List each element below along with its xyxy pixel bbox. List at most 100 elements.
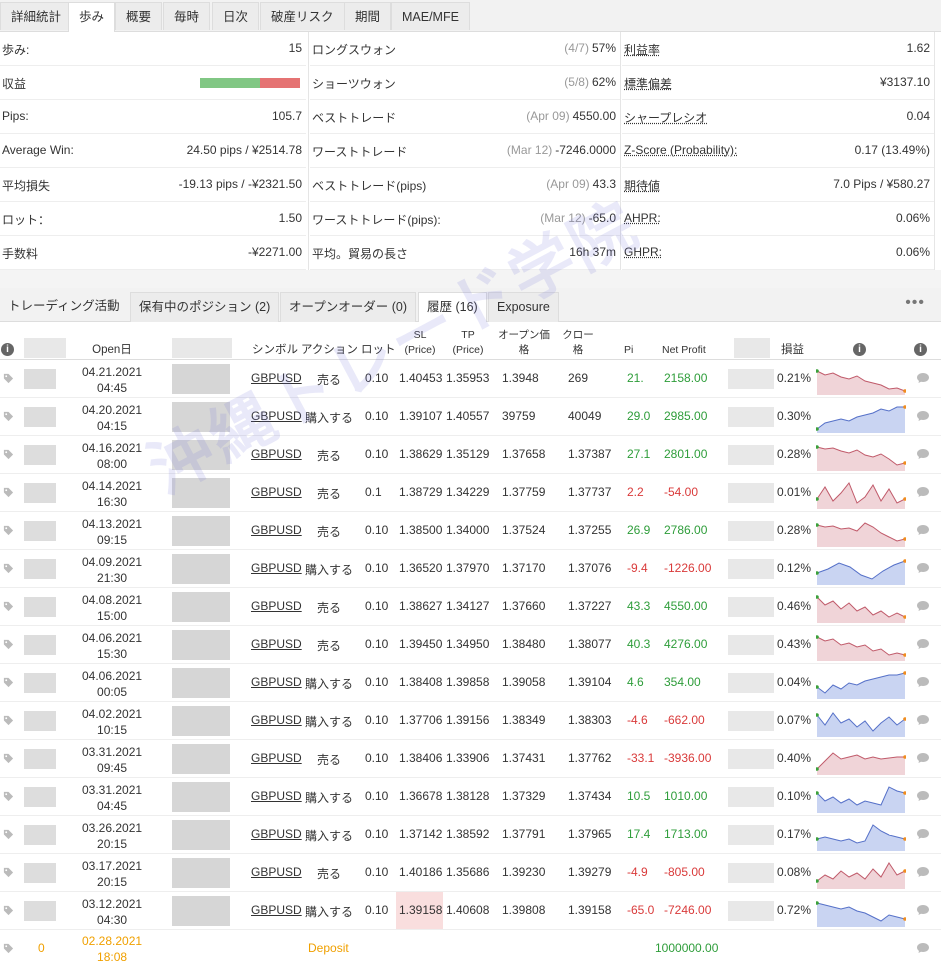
tag-icon[interactable] <box>3 525 14 536</box>
tag-icon[interactable] <box>3 563 14 574</box>
tag-icon[interactable] <box>3 373 14 384</box>
symbol-link[interactable]: GBPUSD <box>251 599 302 613</box>
symbol-link[interactable]: GBPUSD <box>251 637 302 651</box>
comment-icon[interactable] <box>916 828 930 840</box>
symbol-link[interactable]: GBPUSD <box>251 789 302 803</box>
table-row[interactable]: 03.31.2021 09:45 GBPUSD 売る 0.10 1.38406 1.3390… <box>0 740 941 778</box>
table-row[interactable]: 04.09.2021 21:30 GBPUSD 購入する 0.10 1.36520 1.37… <box>0 550 941 588</box>
info-icon[interactable]: i <box>914 342 927 357</box>
tab-0[interactable]: 詳細統計 <box>0 2 73 30</box>
stat-label[interactable]: 期待値 <box>624 177 660 194</box>
tab-6[interactable]: 期間 <box>344 2 392 30</box>
comment-icon[interactable] <box>916 714 930 726</box>
info-icon[interactable]: i <box>1 342 14 357</box>
comment-icon[interactable] <box>916 448 930 460</box>
col-open-date[interactable]: Open日 <box>88 343 136 358</box>
activity-tab-3[interactable]: 履歴 (16) <box>418 292 487 322</box>
tab-2[interactable]: 概要 <box>115 2 163 30</box>
col-gain[interactable]: 損益 <box>781 343 804 358</box>
stat-label[interactable]: 標準偏差 <box>624 75 672 92</box>
stat-row: 手数料 -¥2271.00 <box>0 236 306 270</box>
tag-icon[interactable] <box>3 715 14 726</box>
table-row[interactable]: 04.06.2021 00:05 GBPUSD 購入する 0.10 1.38408 1.39… <box>0 664 941 702</box>
comment-icon[interactable] <box>916 524 930 536</box>
comment-icon[interactable] <box>916 942 930 954</box>
close-price: 1.37434 <box>568 789 612 803</box>
stat-label[interactable]: Z-Score (Probability): <box>624 143 737 157</box>
symbol-link[interactable]: GBPUSD <box>251 447 302 461</box>
tag-icon[interactable] <box>3 449 14 460</box>
tag-icon[interactable] <box>3 601 14 612</box>
info-icon[interactable]: i <box>853 342 866 357</box>
symbol-link[interactable]: GBPUSD <box>251 713 302 727</box>
table-row[interactable]: 03.17.2021 20:15 GBPUSD 売る 0.10 1.40186 1.3568… <box>0 854 941 892</box>
col-close-price[interactable]: クロー格 <box>560 328 596 358</box>
table-row[interactable]: 04.02.2021 10:15 GBPUSD 購入する 0.10 1.37706 1.39… <box>0 702 941 740</box>
comment-icon[interactable] <box>916 676 930 688</box>
symbol-link[interactable]: GBPUSD <box>251 485 302 499</box>
deposit-row[interactable]: 0 02.28.2021 18:08 Deposit 1000000.00 <box>0 930 941 968</box>
col-sl[interactable]: SL (Price) <box>402 328 438 358</box>
col-lots[interactable]: ロット <box>361 343 396 358</box>
activity-tab-1[interactable]: 保有中のポジション (2) <box>130 292 280 322</box>
more-options-icon[interactable]: ••• <box>905 294 925 312</box>
tab-5[interactable]: 破産リスク <box>260 2 345 30</box>
tag-icon[interactable] <box>3 905 14 916</box>
activity-tab-2[interactable]: オープンオーダー (0) <box>280 292 417 322</box>
table-row[interactable]: 04.16.2021 08:00 GBPUSD 売る 0.10 1.38629 1.3512… <box>0 436 941 474</box>
symbol-link[interactable]: GBPUSD <box>251 523 302 537</box>
activity-tab-0[interactable]: トレーディング活動 <box>0 292 128 322</box>
comment-icon[interactable] <box>916 372 930 384</box>
comment-icon[interactable] <box>916 562 930 574</box>
table-row[interactable]: 04.20.2021 04:15 GBPUSD 購入する 0.10 1.39107 1.40… <box>0 398 941 436</box>
stat-label[interactable]: AHPR: <box>624 211 661 225</box>
tag-icon[interactable] <box>3 791 14 802</box>
table-row[interactable]: 03.31.2021 04:45 GBPUSD 購入する 0.10 1.36678 1.38… <box>0 778 941 816</box>
comment-icon[interactable] <box>916 790 930 802</box>
col-open-price[interactable]: オープン価格 <box>494 328 554 358</box>
symbol-link[interactable]: GBPUSD <box>251 903 302 917</box>
tab-3[interactable]: 毎時 <box>163 2 211 30</box>
symbol-link[interactable]: GBPUSD <box>251 865 302 879</box>
comment-icon[interactable] <box>916 638 930 650</box>
symbol-link[interactable]: GBPUSD <box>251 409 302 423</box>
comment-icon[interactable] <box>916 866 930 878</box>
symbol-link[interactable]: GBPUSD <box>251 751 302 765</box>
tag-icon[interactable] <box>3 639 14 650</box>
symbol-link[interactable]: GBPUSD <box>251 827 302 841</box>
tag-icon[interactable] <box>3 943 14 954</box>
table-row[interactable]: 04.21.2021 04:45 GBPUSD 売る 0.10 1.40453 1.3595… <box>0 360 941 398</box>
comment-icon[interactable] <box>916 486 930 498</box>
table-row[interactable]: 04.06.2021 15:30 GBPUSD 売る 0.10 1.39450 1.3495… <box>0 626 941 664</box>
tab-7[interactable]: MAE/MFE <box>391 2 470 30</box>
stat-label[interactable]: 利益率 <box>624 41 660 58</box>
tag-icon[interactable] <box>3 677 14 688</box>
comment-icon[interactable] <box>916 410 930 422</box>
table-row[interactable]: 04.14.2021 16:30 GBPUSD 売る 0.1 1.38729 1.34229… <box>0 474 941 512</box>
table-row[interactable]: 04.08.2021 15:00 GBPUSD 売る 0.10 1.38627 1.3412… <box>0 588 941 626</box>
comment-icon[interactable] <box>916 752 930 764</box>
table-row[interactable]: 04.13.2021 09:15 GBPUSD 売る 0.10 1.38500 1.3400… <box>0 512 941 550</box>
tab-1[interactable]: 歩み <box>68 2 116 32</box>
symbol-link[interactable]: GBPUSD <box>251 675 302 689</box>
col-symbol[interactable]: シンボル <box>252 343 298 358</box>
activity-tab-4[interactable]: Exposure <box>488 292 559 322</box>
tag-icon[interactable] <box>3 487 14 498</box>
tag-icon[interactable] <box>3 753 14 764</box>
table-row[interactable]: 03.26.2021 20:15 GBPUSD 購入する 0.10 1.37142 1.38… <box>0 816 941 854</box>
stat-label[interactable]: GHPR: <box>624 245 662 259</box>
symbol-link[interactable]: GBPUSD <box>251 371 302 385</box>
tag-icon[interactable] <box>3 411 14 422</box>
tab-4[interactable]: 日次 <box>212 2 260 30</box>
col-action[interactable]: アクション <box>301 343 358 358</box>
comment-icon[interactable] <box>916 600 930 612</box>
stat-label[interactable]: シャープレシオ <box>624 109 707 126</box>
col-net-profit[interactable]: Net Profit <box>662 343 706 358</box>
table-row[interactable]: 03.12.2021 04:30 GBPUSD 購入する 0.10 1.39158 1.40… <box>0 892 941 930</box>
tag-icon[interactable] <box>3 867 14 878</box>
col-pips[interactable]: Pi <box>624 343 633 358</box>
tag-icon[interactable] <box>3 829 14 840</box>
col-tp[interactable]: TP (Price) <box>450 328 486 358</box>
symbol-link[interactable]: GBPUSD <box>251 561 302 575</box>
comment-icon[interactable] <box>916 904 930 916</box>
